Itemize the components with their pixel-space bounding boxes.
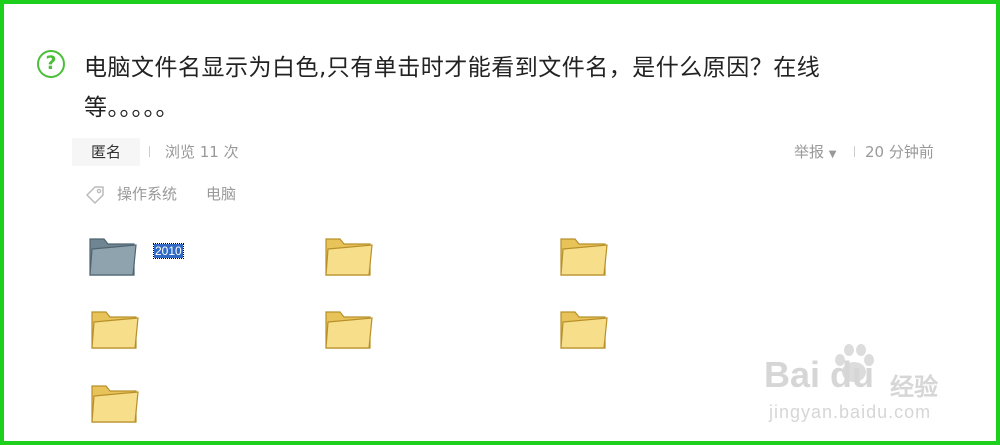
question-title-line1: 电脑文件名显示为白色,只有单击时才能看到文件名，是什么原因？在线 <box>84 55 821 81</box>
watermark-logo: Bai du <box>764 354 875 395</box>
question-meta: 匿名 浏览 11 次 举报 ▼ 20 分钟前 <box>72 138 942 166</box>
meta-divider <box>854 146 855 157</box>
folder-icon-selected[interactable] <box>86 229 138 279</box>
question-title[interactable]: 电脑文件名显示为白色,只有单击时才能看到文件名，是什么原因？在线 等。。。。。 <box>84 48 884 128</box>
caret-down-icon: ▼ <box>828 149 837 160</box>
folder-icon[interactable] <box>322 302 374 352</box>
tag-link[interactable]: 操作系统 <box>117 182 177 206</box>
watermark-logo-cn: 经验 <box>890 373 938 401</box>
question-title-line2: 等。。。。。 <box>84 95 179 121</box>
folder-icon[interactable] <box>557 302 609 352</box>
folder-icon[interactable] <box>88 376 140 426</box>
view-count: 浏览 11 次 <box>165 143 239 161</box>
watermark-url: jingyan.baidu.com <box>769 402 932 422</box>
report-label: 举报 <box>794 143 825 161</box>
folder-icon[interactable] <box>322 229 374 279</box>
folder-icon[interactable] <box>557 229 609 279</box>
tag-link[interactable]: 电脑 <box>206 182 236 206</box>
question-card: ? 电脑文件名显示为白色,只有单击时才能看到文件名，是什么原因？在线 等。。。。… <box>0 0 1000 445</box>
meta-divider <box>149 146 150 157</box>
question-circle-icon: ? <box>37 50 65 78</box>
author-badge: 匿名 <box>72 138 140 166</box>
tag-icon <box>86 186 104 204</box>
post-time: 20 分钟前 <box>865 143 934 161</box>
report-button[interactable]: 举报 ▼ <box>794 138 837 169</box>
folder-icon[interactable] <box>88 302 140 352</box>
folder-name-selected[interactable]: 2010 <box>153 243 184 259</box>
